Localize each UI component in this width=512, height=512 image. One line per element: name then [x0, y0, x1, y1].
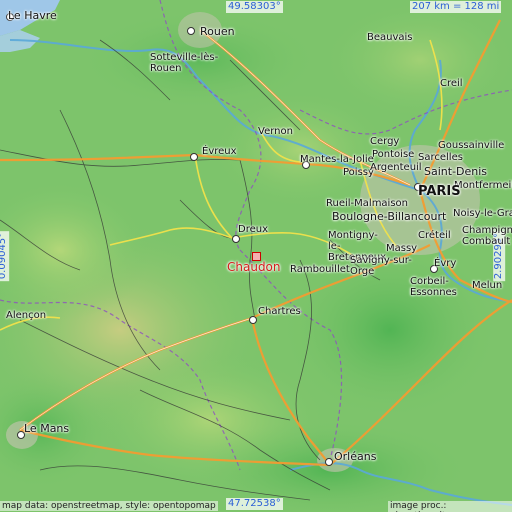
city-label-noisy: Noisy-le-Gra: [453, 208, 512, 219]
city-label-le-havre: Le Havre: [8, 9, 57, 22]
city-label-dreux: Dreux: [238, 224, 268, 235]
city-label-savigny: Savigny-sur-Orge: [350, 255, 412, 277]
city-label-evry: Évry: [434, 258, 457, 269]
topographic-map[interactable]: 49.58303° 47.72538° 0.09045° 2.90295° 20…: [0, 0, 512, 512]
map-data-credit: map data: openstreetmap, style: opentopo…: [0, 501, 218, 511]
city-label-evreux: Évreux: [202, 146, 237, 157]
city-dot: [325, 458, 333, 466]
city-label-champigny: Champigny: [462, 225, 512, 236]
coord-left-longitude: 0.09045°: [0, 230, 10, 282]
city-label-goussainville: Goussainville: [438, 140, 505, 151]
city-label-orleans: Orléans: [334, 450, 377, 463]
city-label-combault: Combault: [462, 236, 511, 247]
city-dot: [232, 235, 240, 243]
city-label-melun: Melun: [472, 280, 503, 291]
city-label-creil: Creil: [440, 78, 463, 89]
city-label-rambouillet: Rambouillet: [290, 264, 350, 275]
city-label-sotteville: Sotteville-lès-Rouen: [150, 52, 219, 74]
city-dot: [190, 153, 198, 161]
city-dot: [249, 316, 257, 324]
city-label-rueil: Rueil-Malmaison: [326, 198, 409, 209]
city-label-massy: Massy: [386, 243, 418, 254]
city-label-chartres: Chartres: [258, 306, 301, 317]
target-city-label: Chaudon: [227, 260, 281, 274]
city-label-cergy: Cergy: [370, 136, 400, 147]
city-label-argenteuil: Argenteuil: [370, 162, 422, 173]
city-label-creteil: Créteil: [418, 230, 451, 241]
coord-bottom-latitude: 47.72538°: [226, 498, 283, 510]
city-label-saint-denis: Saint-Denis: [424, 165, 488, 178]
city-label-alencon: Alençon: [6, 310, 47, 321]
city-label-corbeil: Corbeil-Essonnes: [410, 276, 457, 298]
city-label-vernon: Vernon: [258, 126, 293, 137]
city-label-boulogne: Boulogne-Billancourt: [332, 210, 447, 223]
city-label-pontoise: Pontoise: [372, 149, 415, 160]
scale-label: 207 km = 128 mi: [410, 1, 502, 13]
city-label-rouen: Rouen: [200, 25, 235, 38]
city-label-sarcelles: Sarcelles: [418, 152, 463, 163]
city-label-beauvais: Beauvais: [367, 32, 413, 43]
coord-top-latitude: 49.58303°: [226, 1, 283, 13]
city-label-mantes: Mantes-la-Jolie: [300, 154, 374, 165]
city-label-le-mans: Le Mans: [24, 422, 70, 435]
city-dot: [187, 27, 195, 35]
city-label-montfermeil: Montfermeil: [454, 180, 512, 191]
city-label-paris: PARIS: [418, 184, 461, 199]
image-processing-credit: image proc.: elevation.city: [388, 501, 512, 512]
